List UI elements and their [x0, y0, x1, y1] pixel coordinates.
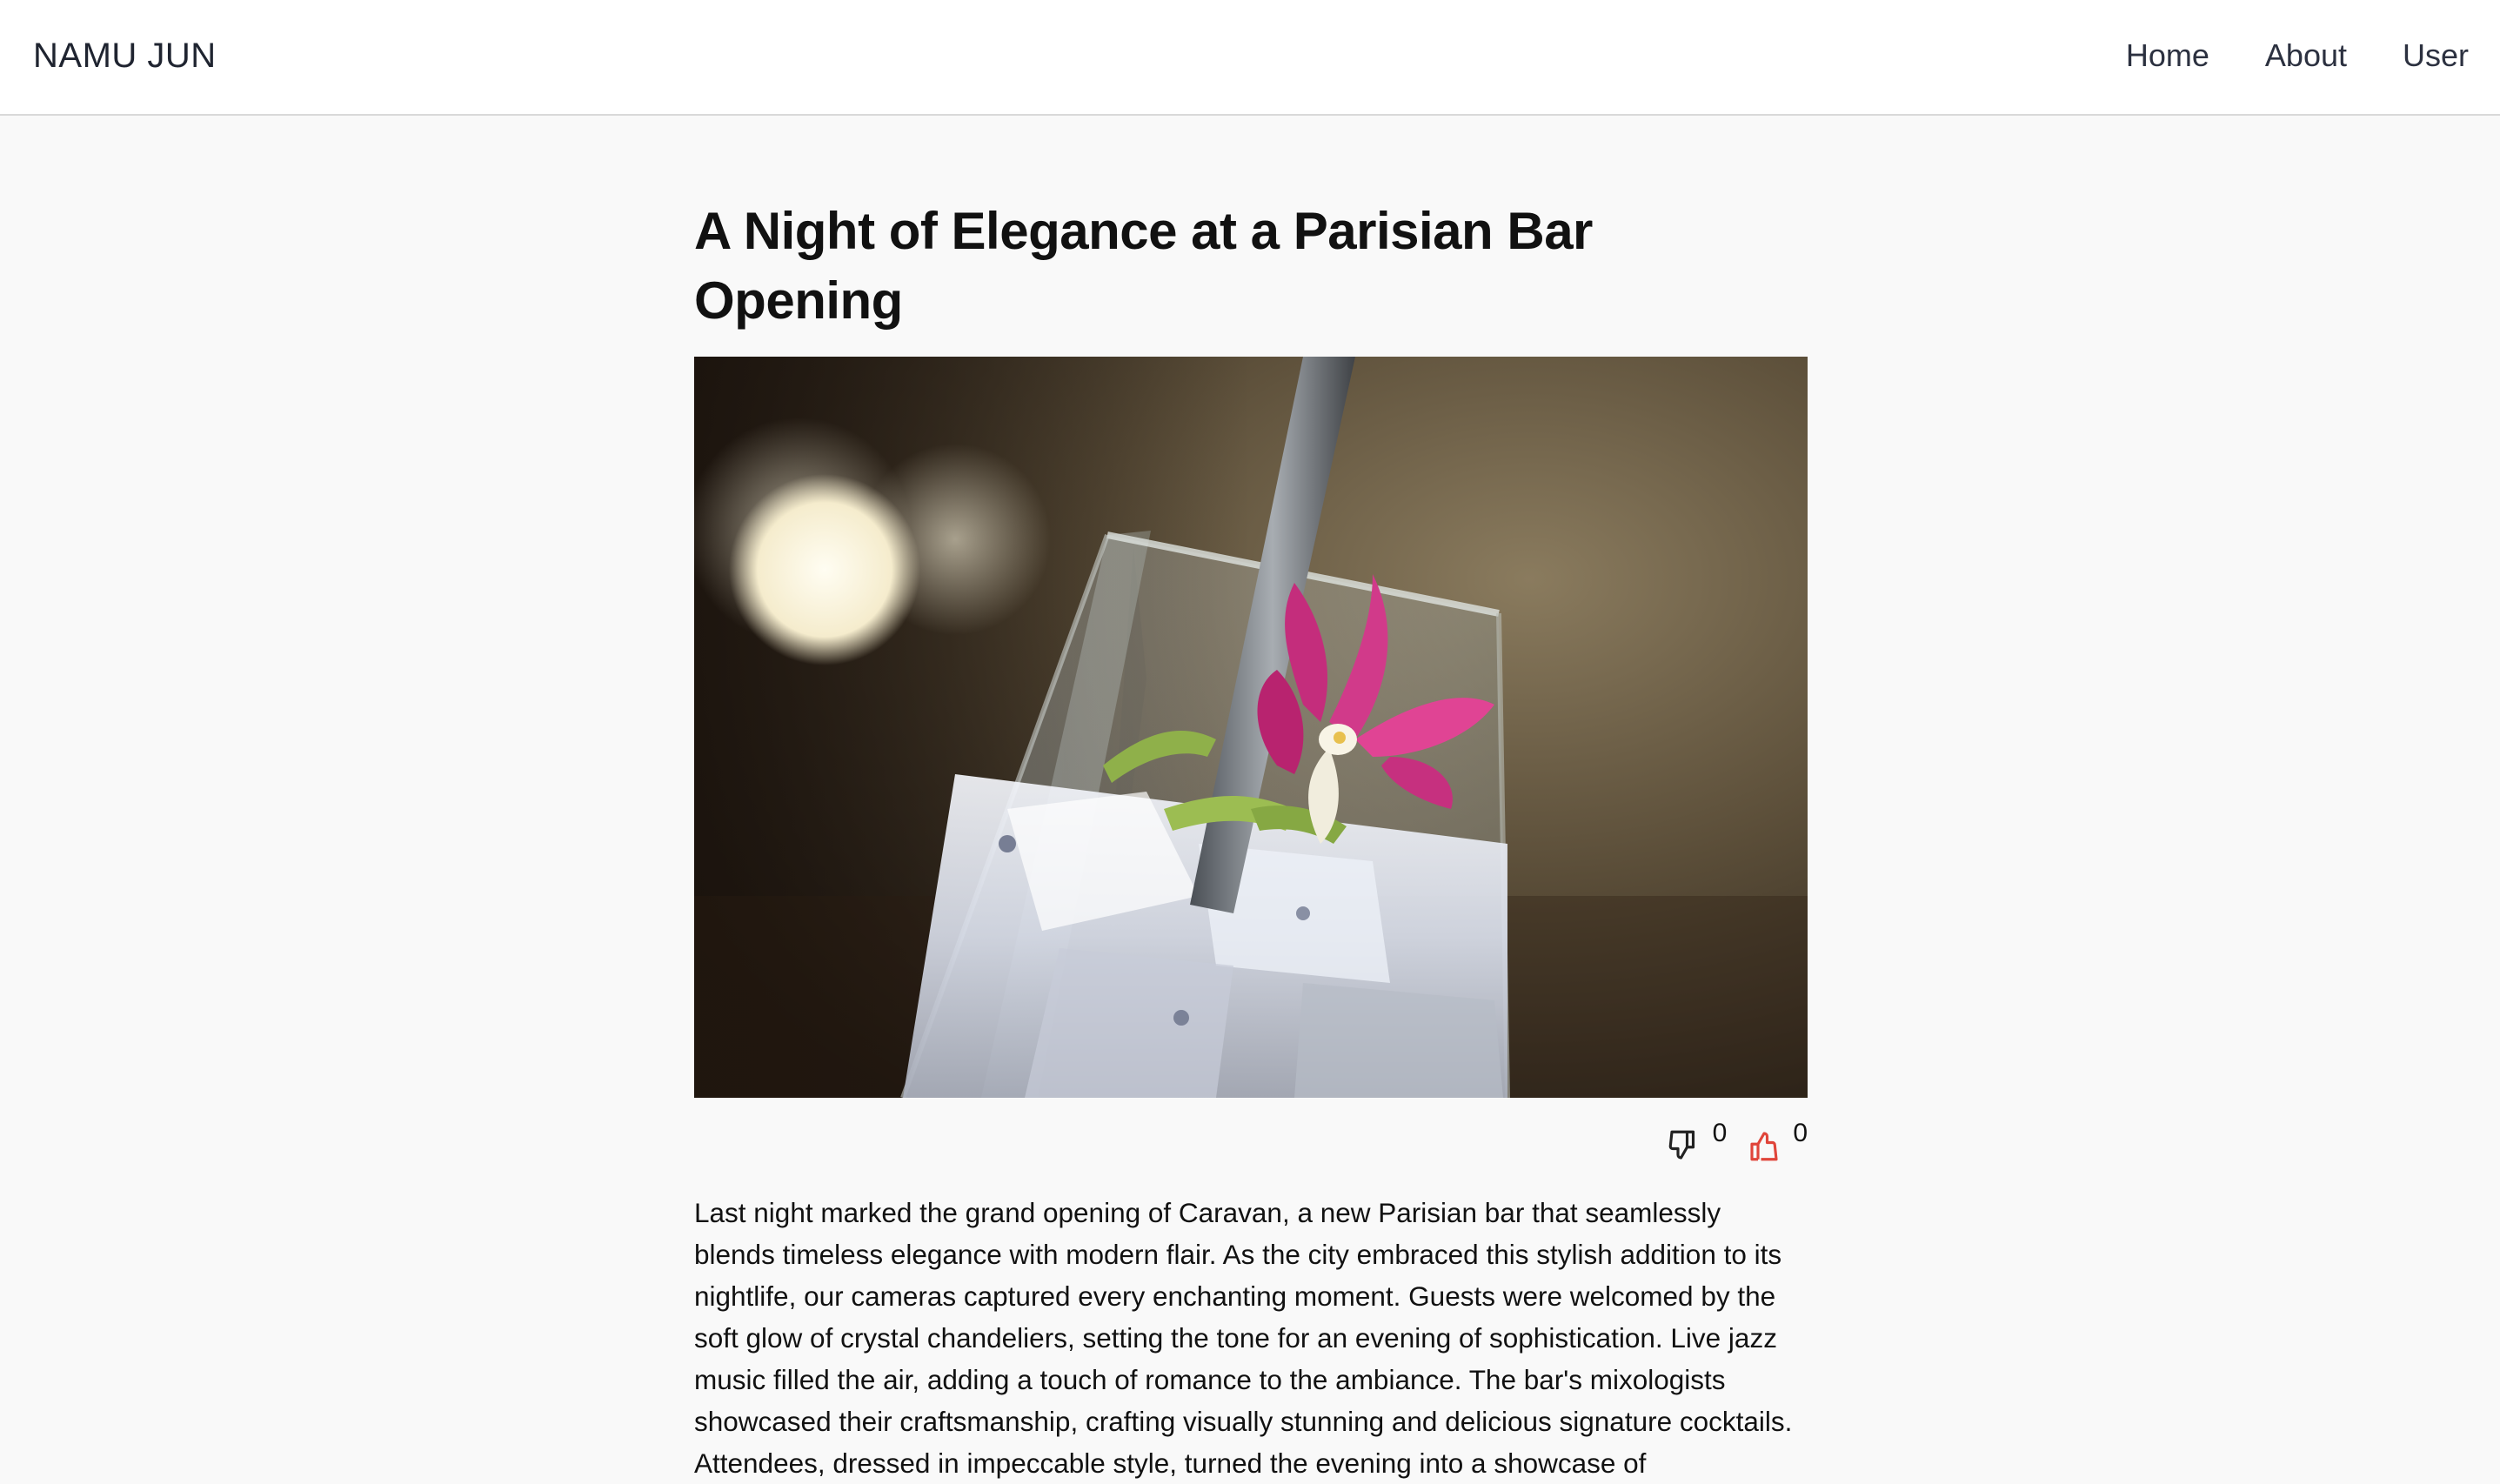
- thumbs-up-icon: [1750, 1132, 1778, 1161]
- main-nav: Home About User: [2126, 33, 2469, 78]
- article-title: A Night of Elegance at a Parisian Bar Op…: [694, 202, 1593, 330]
- brand-logo[interactable]: NAMU JUN: [33, 33, 217, 78]
- article-hero-image: [694, 357, 1808, 1098]
- article: A Night of Elegance at a Parisian Bar Op…: [694, 197, 1808, 1484]
- like-count: 0: [1793, 1119, 1808, 1147]
- reactions-bar: 0 0: [694, 1120, 1808, 1169]
- like-button[interactable]: 0: [1746, 1120, 1808, 1164]
- dislike-count: 0: [1712, 1119, 1728, 1147]
- top-navbar: NAMU JUN Home About User: [0, 0, 2500, 116]
- nav-user-link[interactable]: User: [2403, 33, 2469, 78]
- thumbs-down-icon: [1668, 1130, 1695, 1160]
- dislike-button[interactable]: 0: [1666, 1119, 1728, 1164]
- article-body: Last night marked the grand opening of C…: [694, 1197, 1793, 1479]
- nav-about-link[interactable]: About: [2265, 33, 2347, 78]
- nav-home-link[interactable]: Home: [2126, 33, 2209, 78]
